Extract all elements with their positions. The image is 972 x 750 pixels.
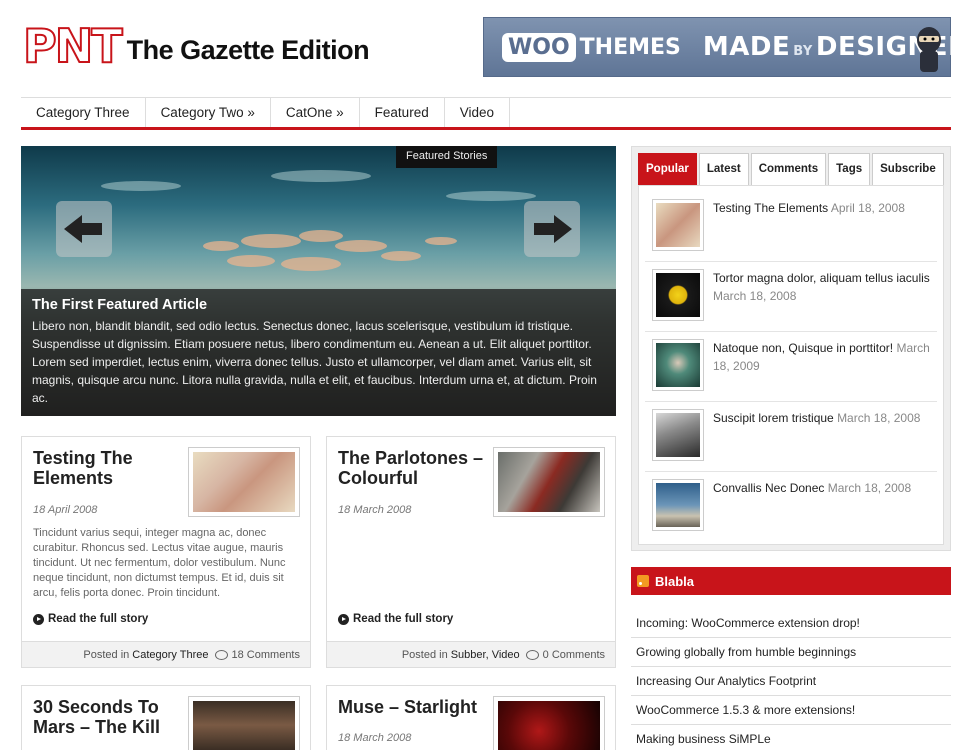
rss-icon[interactable] — [637, 575, 649, 587]
slider-prev-button[interactable] — [56, 201, 112, 257]
post-title[interactable]: Muse – Starlight — [338, 697, 508, 717]
post-comments-link[interactable]: 18 Comments — [232, 649, 300, 661]
site-title: The Gazette Edition — [126, 34, 370, 65]
post-thumbnail[interactable] — [493, 447, 605, 517]
popular-post-text: Natoque non, Quisque in porttitor! March… — [713, 339, 933, 375]
arrow-left-icon — [64, 215, 102, 243]
post-date: 18 March 2008 — [338, 732, 412, 744]
feed-widget-header: Blabla — [631, 567, 951, 595]
widget-tabs: Popular Latest Comments Tags Subscribe — [638, 153, 946, 185]
popular-post-date: March 18, 2008 — [837, 411, 921, 425]
popular-post-text: Suscipit lorem tristique March 18, 2008 — [713, 409, 933, 427]
banner-themes-text: THEMES — [579, 34, 681, 60]
ad-banner[interactable]: WOO THEMES MADE BY DESIGNERS — [483, 17, 972, 77]
main-nav: Category Three Category Two » CatOne » F… — [21, 97, 951, 130]
popular-post-text: Convallis Nec Donec March 18, 2008 — [713, 479, 933, 497]
nav-item-category-two[interactable]: Category Two » — [146, 98, 271, 127]
post-comments-link[interactable]: 0 Comments — [543, 649, 605, 661]
post-title[interactable]: Testing The Elements — [33, 448, 183, 488]
tab-latest[interactable]: Latest — [698, 153, 749, 185]
post-card: The Parlotones – Colourful 18 March 2008… — [326, 436, 616, 668]
popular-post-thumbnail[interactable] — [652, 339, 704, 391]
popular-post-thumbnail[interactable] — [652, 199, 704, 251]
post-card: Muse – Starlight 18 March 2008 — [326, 685, 616, 750]
banner-by-text: BY — [793, 44, 813, 59]
post-card: 30 Seconds To Mars – The Kill — [21, 685, 311, 750]
feed-item[interactable]: Growing globally from humble beginnings — [631, 638, 951, 667]
post-category-link[interactable]: Category Three — [132, 649, 208, 661]
read-more-label: Read the full story — [353, 613, 454, 625]
popular-post-title[interactable]: Testing The Elements — [713, 201, 828, 215]
ninja-mascot-icon — [917, 27, 941, 72]
read-more-link[interactable]: Read the full story — [33, 613, 148, 625]
popular-posts-panel: Testing The Elements April 18, 2008 Tort… — [638, 185, 944, 545]
post-thumbnail[interactable] — [493, 696, 605, 750]
tabbed-widget: Popular Latest Comments Tags Subscribe T… — [631, 146, 951, 551]
post-card: Testing The Elements 18 April 2008 Tinci… — [21, 436, 311, 668]
posted-in-label: Posted in — [401, 648, 448, 661]
feed-item[interactable]: Making business SiMPLe — [631, 725, 951, 750]
feed-widget-title[interactable]: Blabla — [655, 574, 694, 589]
banner-made-text: MADE — [702, 32, 791, 62]
post-thumbnail[interactable] — [188, 696, 300, 750]
comment-bubble-icon — [525, 649, 539, 660]
tab-tags[interactable]: Tags — [828, 153, 871, 185]
list-item[interactable]: Convallis Nec Donec March 18, 2008 — [645, 472, 937, 542]
list-item[interactable]: Natoque non, Quisque in porttitor! March… — [645, 332, 937, 402]
featured-article-title[interactable]: The First Featured Article — [32, 297, 605, 313]
read-more-label: Read the full story — [48, 613, 149, 625]
site-logo[interactable]: PNT The Gazette Edition — [21, 19, 370, 73]
nav-item-category-three[interactable]: Category Three — [21, 98, 146, 127]
nav-item-catone[interactable]: CatOne » — [271, 98, 360, 127]
logo-mark: PNT — [22, 19, 124, 73]
banner-woo-text: WOO — [502, 32, 576, 62]
post-thumbnail[interactable] — [188, 447, 300, 517]
popular-post-date: March 18, 2008 — [827, 481, 912, 495]
list-item[interactable]: Suscipit lorem tristique March 18, 2008 — [645, 402, 937, 472]
post-title[interactable]: 30 Seconds To Mars – The Kill — [33, 697, 183, 737]
popular-post-thumbnail[interactable] — [652, 479, 704, 531]
arrow-circle-icon — [338, 613, 349, 625]
popular-post-date: March 18, 2008 — [713, 289, 797, 303]
post-category-link[interactable]: Subber, Video — [451, 649, 520, 661]
post-meta: Posted in Subber, Video 0 Comments — [327, 641, 615, 667]
popular-post-thumbnail[interactable] — [652, 409, 704, 461]
nav-item-video[interactable]: Video — [445, 98, 511, 127]
posted-in-label: Posted in — [83, 648, 130, 661]
comment-bubble-icon — [214, 649, 228, 660]
popular-post-date: April 18, 2008 — [830, 201, 905, 215]
read-more-link[interactable]: Read the full story — [338, 613, 453, 625]
post-meta: Posted in Category Three 18 Comments — [22, 641, 310, 667]
featured-article-excerpt: Libero non, blandit blandit, sed odio le… — [32, 319, 597, 405]
arrow-right-icon — [534, 215, 572, 243]
list-item[interactable]: Testing The Elements April 18, 2008 — [645, 192, 937, 262]
slider-next-button[interactable] — [524, 201, 580, 257]
list-item[interactable]: Tortor magna dolor, aliquam tellus iacul… — [645, 262, 937, 332]
post-date: 18 March 2008 — [338, 504, 412, 516]
post-excerpt: Tincidunt varius sequi, integer magna ac… — [33, 527, 286, 599]
popular-post-title[interactable]: Natoque non, Quisque in porttitor! — [713, 341, 893, 355]
popular-post-title[interactable]: Suscipit lorem tristique — [713, 411, 834, 425]
popular-post-title[interactable]: Tortor magna dolor, aliquam tellus iacul… — [713, 271, 930, 285]
popular-post-title[interactable]: Convallis Nec Donec — [713, 481, 824, 495]
nav-item-featured[interactable]: Featured — [360, 98, 445, 127]
banner-designers-text: DESIGNERS — [815, 32, 972, 62]
arrow-circle-icon — [33, 613, 44, 625]
popular-post-text: Tortor magna dolor, aliquam tellus iacul… — [713, 269, 933, 305]
feed-item[interactable]: WooCommerce 1.5.3 & more extensions! — [631, 696, 951, 725]
tab-popular[interactable]: Popular — [638, 153, 697, 185]
feed-item[interactable]: Increasing Our Analytics Footprint — [631, 667, 951, 696]
popular-post-text: Testing The Elements April 18, 2008 — [713, 199, 933, 217]
feed-item[interactable]: Incoming: WooCommerce extension drop! — [631, 609, 951, 638]
post-date: 18 April 2008 — [33, 504, 98, 516]
featured-stories-label: Featured Stories — [396, 146, 498, 168]
featured-caption: The First Featured Article Libero non, b… — [21, 289, 616, 416]
popular-post-thumbnail[interactable] — [652, 269, 704, 321]
tab-comments[interactable]: Comments — [750, 153, 827, 185]
post-title[interactable]: The Parlotones – Colourful — [338, 448, 488, 488]
tab-subscribe[interactable]: Subscribe — [872, 153, 944, 185]
